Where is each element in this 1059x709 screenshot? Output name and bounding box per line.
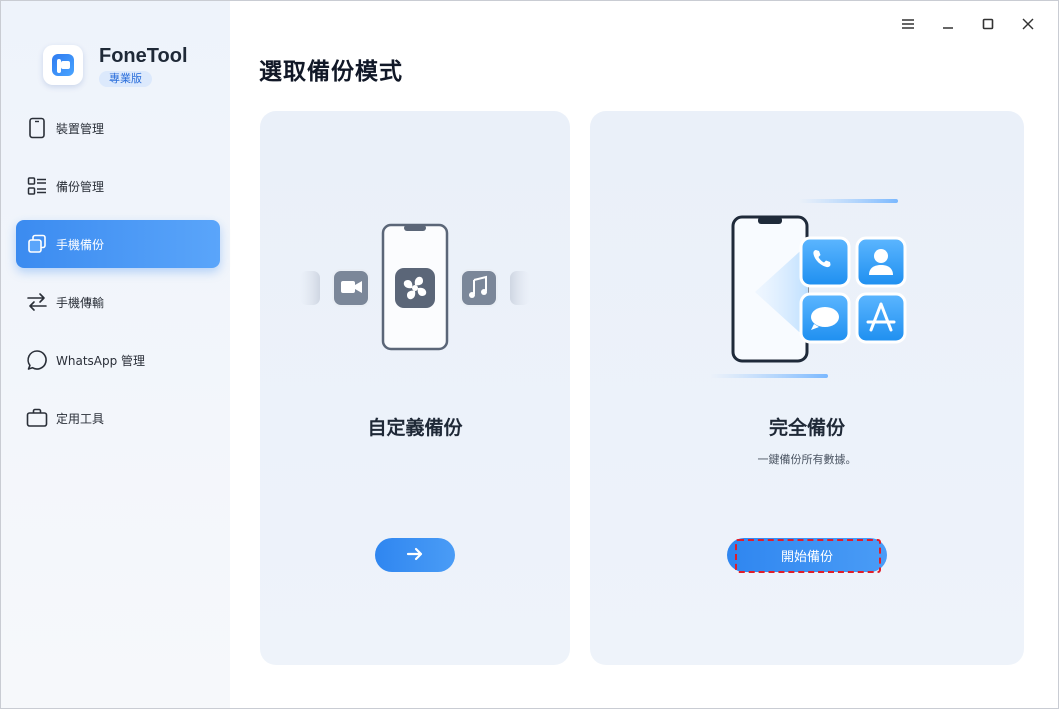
custom-backup-illustration — [300, 221, 530, 355]
maximize-icon[interactable] — [968, 11, 1008, 37]
full-backup-illustration — [700, 196, 930, 385]
sidebar-item-label: 手機備份 — [56, 237, 105, 252]
app-name: FoneTool — [99, 45, 188, 67]
app-logo — [43, 45, 83, 85]
full-backup-subtitle: 一鍵備份所有數據。 — [757, 453, 857, 466]
copy-icon — [26, 233, 48, 255]
brand: FoneTool 專業版 — [43, 45, 188, 87]
sidebar-item-label: 手機傳輸 — [56, 295, 105, 310]
phone-icon — [26, 117, 48, 139]
sidebar-item-phone-backup[interactable]: 手機備份 — [16, 220, 220, 268]
arrow-right-icon — [406, 546, 424, 565]
sidebar-item-label: 備份管理 — [56, 179, 105, 194]
sidebar-nav: 裝置管理 備份管理 手機備份 手機傳輸 WhatsApp 管理 定用工具 — [16, 104, 220, 452]
window-controls — [888, 11, 1048, 37]
minimize-icon[interactable] — [928, 11, 968, 37]
sidebar-item-phone-transfer[interactable]: 手機傳輸 — [16, 278, 220, 326]
transfer-icon — [26, 291, 48, 313]
sidebar-item-label: 裝置管理 — [56, 121, 105, 136]
close-icon[interactable] — [1008, 11, 1048, 37]
custom-backup-title: 自定義備份 — [367, 417, 463, 439]
sidebar-item-label: 定用工具 — [56, 411, 105, 426]
chat-icon — [26, 349, 48, 371]
full-backup-title: 完全備份 — [768, 417, 845, 439]
custom-backup-card[interactable]: 自定義備份 — [260, 111, 570, 665]
toolbox-icon — [26, 407, 48, 429]
full-backup-card[interactable]: 完全備份 一鍵備份所有數據。 開始備份 — [590, 111, 1024, 665]
page-title: 選取備份模式 — [259, 59, 403, 85]
app-window: FoneTool 專業版 裝置管理 備份管理 手機備份 手機傳輸 WhatsAp… — [0, 0, 1059, 709]
sidebar-item-tools[interactable]: 定用工具 — [16, 394, 220, 442]
sidebar: FoneTool 專業版 裝置管理 備份管理 手機備份 手機傳輸 WhatsAp… — [1, 1, 230, 708]
sidebar-item-device-manager[interactable]: 裝置管理 — [16, 104, 220, 152]
list-icon — [26, 175, 48, 197]
sidebar-item-whatsapp[interactable]: WhatsApp 管理 — [16, 336, 220, 384]
custom-backup-next-button[interactable] — [375, 538, 455, 572]
edition-badge: 專業版 — [99, 71, 152, 87]
start-backup-button[interactable]: 開始備份 — [727, 538, 887, 572]
sidebar-item-backup-manager[interactable]: 備份管理 — [16, 162, 220, 210]
sidebar-item-label: WhatsApp 管理 — [56, 353, 146, 368]
menu-icon[interactable] — [888, 11, 928, 37]
